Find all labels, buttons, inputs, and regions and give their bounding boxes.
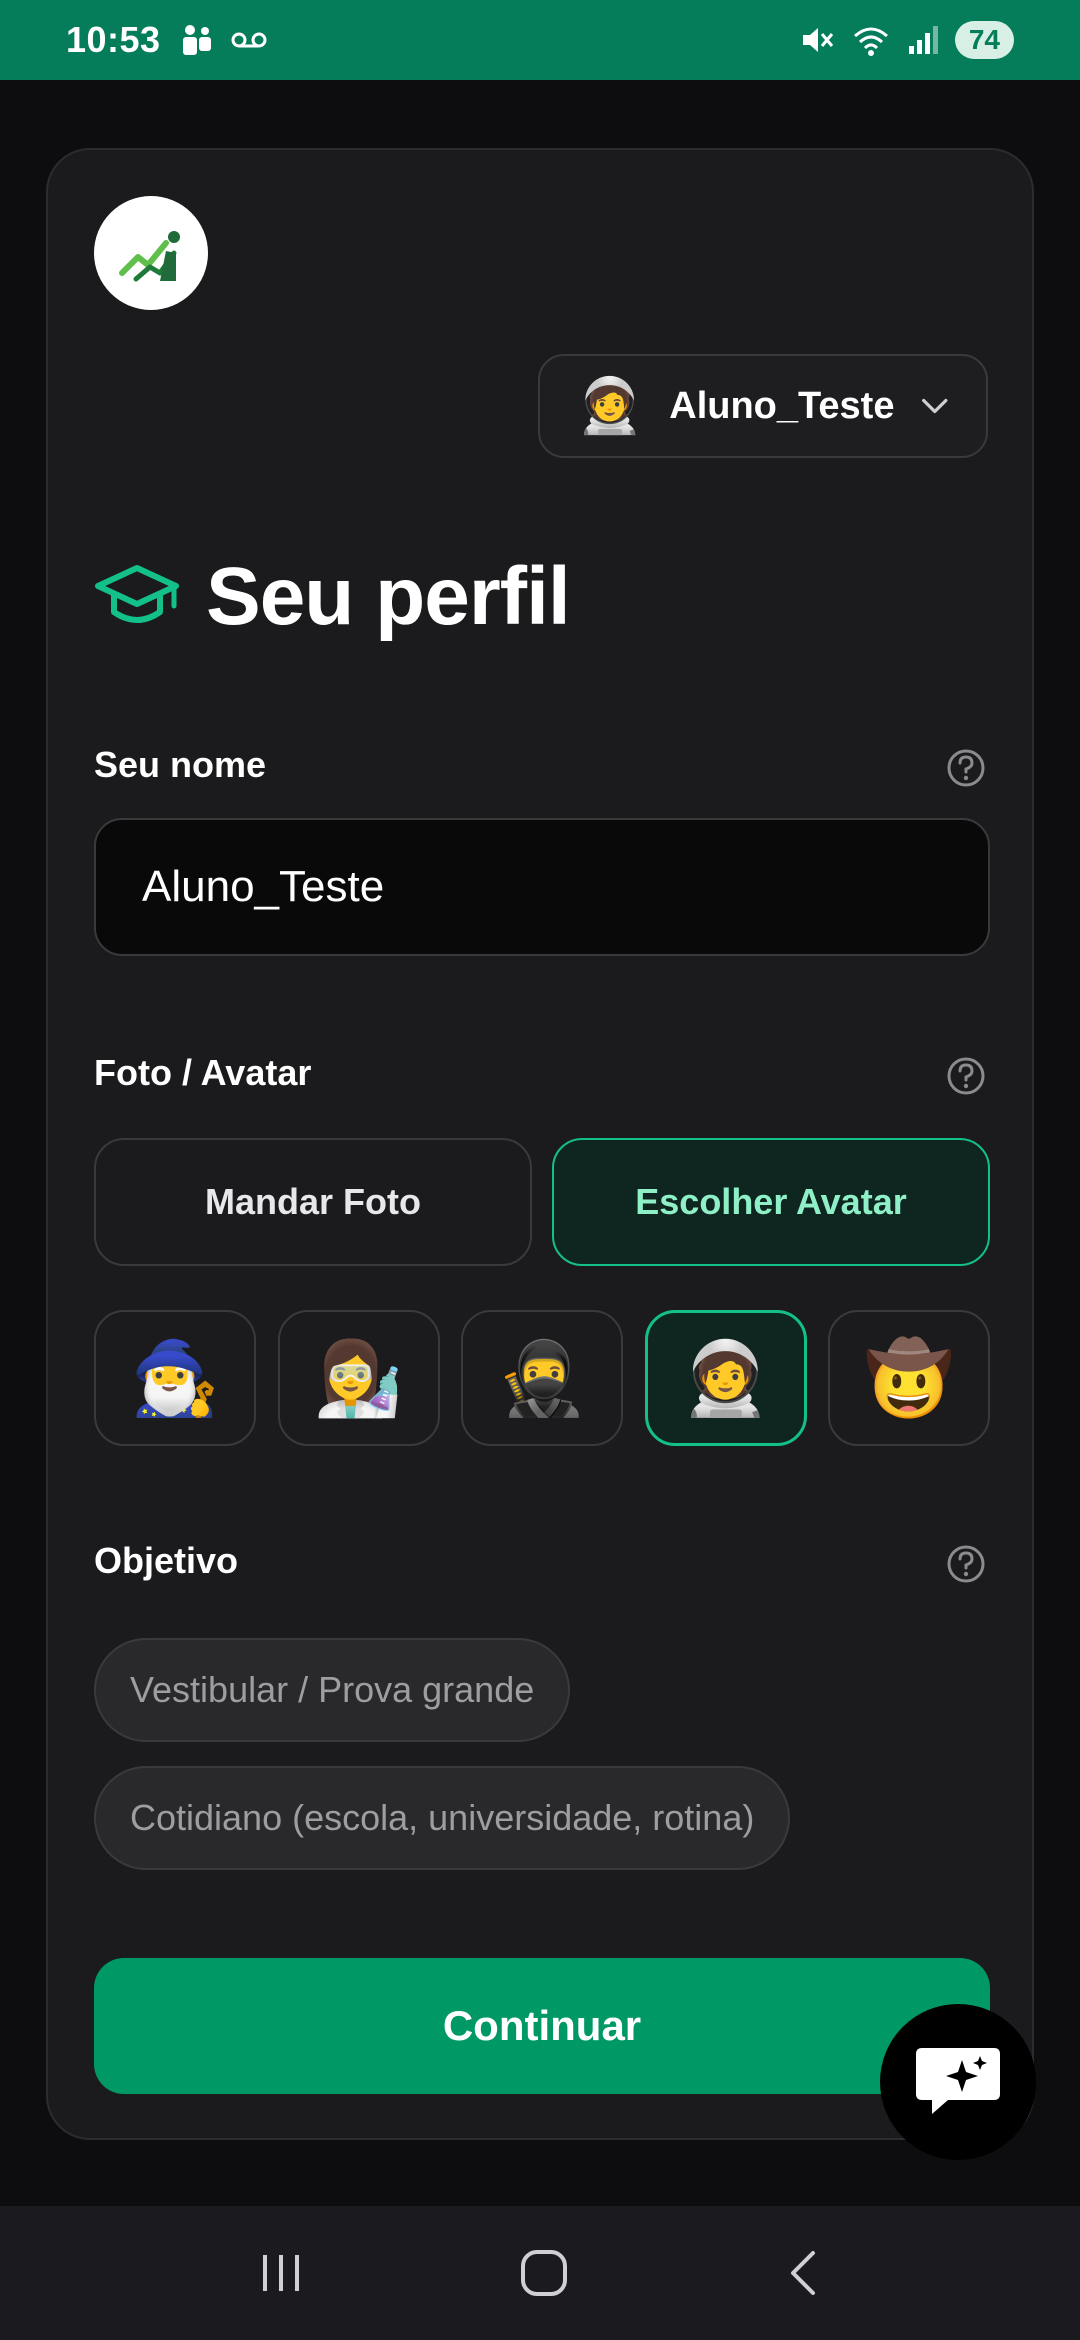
help-icon[interactable] bbox=[946, 748, 986, 788]
teams-icon bbox=[182, 25, 211, 55]
recent-apps-icon[interactable] bbox=[257, 2249, 305, 2297]
choose-avatar-button[interactable]: Escolher Avatar bbox=[552, 1138, 990, 1266]
wifi-icon bbox=[853, 27, 888, 56]
user-name: Aluno_Teste bbox=[669, 384, 895, 427]
name-label: Seu nome bbox=[94, 744, 267, 785]
help-icon[interactable] bbox=[946, 1056, 986, 1096]
avatar-option-ninja[interactable]: 🥷 bbox=[461, 1310, 623, 1446]
mute-icon bbox=[802, 28, 833, 52]
page-title-row: Seu perfil bbox=[94, 550, 571, 644]
app-logo-icon bbox=[119, 231, 180, 282]
help-icon[interactable] bbox=[946, 1544, 986, 1584]
goal-option-cotidiano[interactable]: Cotidiano (escola, universidade, rotina) bbox=[94, 1766, 791, 1870]
photo-label: Foto / Avatar bbox=[94, 1052, 312, 1093]
home-icon[interactable] bbox=[518, 2247, 570, 2299]
continue-button[interactable]: Continuar bbox=[94, 1958, 990, 2094]
send-photo-button[interactable]: Mandar Foto bbox=[94, 1138, 532, 1266]
avatar-option-astronaut[interactable]: 🧑‍🚀 bbox=[644, 1310, 807, 1446]
chat-assistant-button[interactable] bbox=[880, 2004, 1036, 2160]
goal-label: Objetivo bbox=[94, 1540, 239, 1581]
user-avatar: 🧑‍🚀 bbox=[576, 376, 644, 436]
battery-indicator: 74 bbox=[954, 21, 1014, 59]
voicemail-icon bbox=[231, 32, 267, 48]
goal-option-vestibular[interactable]: Vestibular / Prova grande bbox=[94, 1638, 571, 1742]
chat-sparkle-icon bbox=[916, 2048, 1000, 2114]
chevron-down-icon bbox=[922, 398, 948, 414]
app-logo[interactable] bbox=[94, 196, 208, 310]
system-nav-bar bbox=[0, 2206, 1080, 2340]
back-icon[interactable] bbox=[783, 2247, 823, 2299]
graduation-cap-icon bbox=[95, 565, 179, 623]
avatar-option-scientist[interactable]: 👩‍🔬 bbox=[277, 1310, 440, 1446]
status-time: 10:53 bbox=[66, 19, 161, 60]
page-title: Seu perfil bbox=[206, 551, 571, 642]
signal-icon bbox=[908, 26, 938, 54]
name-field[interactable] bbox=[94, 818, 990, 956]
avatar-grid: 🧙‍♂️ 👩‍🔬 🥷 🧑‍🚀 🤠 bbox=[94, 1310, 990, 1446]
avatar-option-cowboy[interactable]: 🤠 bbox=[828, 1310, 990, 1446]
user-selector[interactable]: 🧑‍🚀 Aluno_Teste bbox=[538, 354, 988, 458]
avatar-option-wizard[interactable]: 🧙‍♂️ bbox=[94, 1310, 256, 1446]
status-bar: 10:53 74 bbox=[0, 0, 1080, 80]
profile-card: 🧑‍🚀 Aluno_Teste Seu perfil Seu nome Foto… bbox=[46, 148, 1034, 2140]
